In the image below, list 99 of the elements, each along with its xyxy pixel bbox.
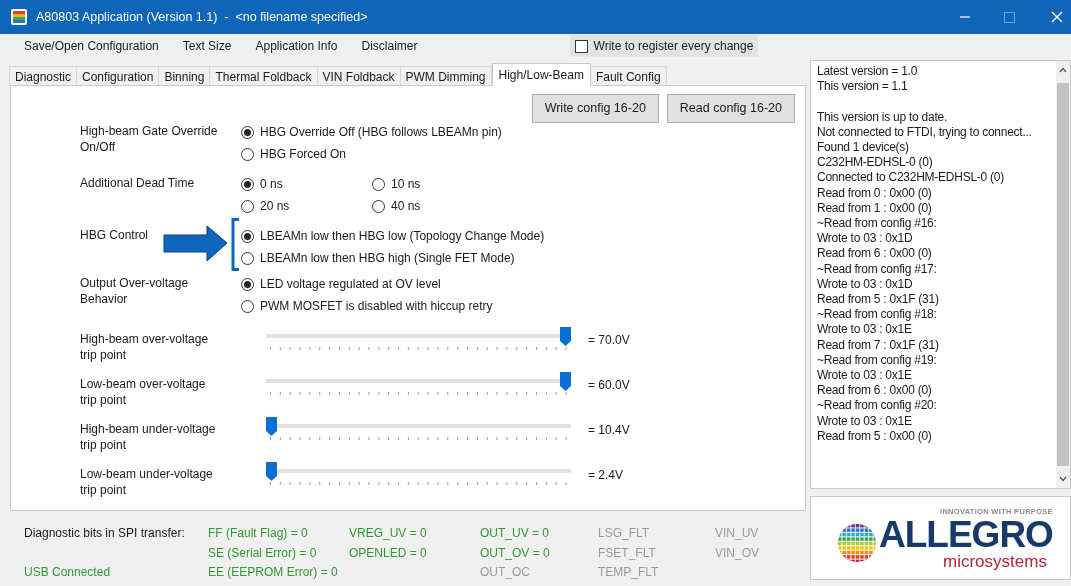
window-title: A80803 Application (Version 1.1) - <no filename specified>	[36, 8, 368, 26]
log-line: Wrote to 03 : 0x1D	[817, 276, 913, 293]
diagnostic-bit: OPENLED = 0	[349, 544, 427, 562]
close-icon[interactable]	[1051, 11, 1063, 23]
diagnostic-bit: VREG_UV = 0	[349, 525, 427, 542]
radio-label[interactable]: 0 ns	[260, 175, 283, 193]
diagnostic-bit: VIN_OV	[715, 544, 759, 562]
radio-button[interactable]	[241, 299, 254, 313]
radio-button[interactable]	[241, 251, 254, 265]
config-button[interactable]: Write config 16-20	[531, 94, 659, 123]
log-line: Not connected to FTDI, trying to connect...	[817, 124, 1032, 140]
radio-button[interactable]	[372, 199, 385, 213]
diagnostic-bit: OUT_UV = 0	[480, 525, 550, 542]
option-label: HBG Control	[80, 227, 150, 243]
diagnostic-bit: FSET_FLT	[598, 544, 656, 562]
scroll-thumb[interactable]	[1057, 83, 1069, 466]
radio-label[interactable]: 20 ns	[260, 197, 290, 215]
menu-item[interactable]: Application Info	[255, 37, 338, 55]
radio-label[interactable]: LBEAMn low then HBG low (Topology Change Mode)	[260, 227, 545, 245]
log-line: This version is up to date.	[817, 109, 947, 125]
scrollbar[interactable]	[1056, 61, 1070, 488]
slider-label: Low-beam over-voltage trip point	[80, 376, 207, 408]
tab[interactable]: Fault Config	[589, 66, 667, 86]
menu-item[interactable]: Text Size	[182, 37, 232, 55]
radio-button[interactable]	[241, 147, 254, 161]
log-line: Read from 7 : 0x1F (31)	[817, 337, 939, 353]
diagnostic-bit: VIN_UV	[715, 525, 759, 542]
slider-thumb[interactable]	[560, 327, 571, 346]
log-line: This version = 1.1	[817, 79, 908, 95]
log-line: ~Read from config #17:	[817, 261, 937, 277]
radio-label[interactable]: 10 ns	[391, 175, 421, 193]
menu-item[interactable]: Disclaimer	[361, 37, 418, 55]
log-line: Read from 1 : 0x00 (0)	[817, 200, 932, 216]
radio-button[interactable]	[372, 177, 385, 191]
log-line: C232HM-EDHSL-0 (0)	[817, 155, 933, 171]
log-line: Read from 6 : 0x00 (0)	[817, 246, 932, 262]
tab[interactable]: High/Low-Beam	[491, 63, 591, 86]
log-line: Read from 5 : 0x1F (31)	[817, 292, 939, 308]
slider-thumb[interactable]	[560, 372, 571, 391]
diagnostic-bit: LSG_FLT	[598, 525, 650, 542]
slider-reading: = 2.4V	[588, 467, 624, 484]
usb-status: USB Connected	[24, 564, 111, 581]
tab[interactable]: PWM Dimming	[399, 66, 492, 86]
slider-reading: = 10.4V	[588, 422, 630, 439]
log-line: Wrote to 03 : 0x1E	[817, 322, 912, 338]
slider-reading: = 70.0V	[588, 332, 630, 349]
radio-button[interactable]	[241, 125, 254, 139]
diagnostics-label: Diagnostic bits in SPI transfer:	[24, 525, 185, 542]
logo-globe-icon	[837, 523, 877, 563]
scroll-up-icon[interactable]	[1059, 67, 1067, 73]
tab[interactable]: Configuration	[76, 66, 160, 86]
log-line: Read from 5 : 0x00 (0)	[817, 428, 932, 445]
slider-reading: = 60.0V	[588, 377, 630, 394]
slider-label: High-beam under-voltage trip point	[80, 421, 217, 453]
diagnostic-bit: OUT_OC	[480, 564, 530, 581]
logo-subtitle: microsystems	[943, 553, 1047, 571]
write-every-change-checkbox[interactable]: Write to register every change	[569, 35, 759, 57]
app-icon	[10, 8, 28, 26]
log-line: ~Read from config #18:	[817, 307, 937, 323]
radio-label[interactable]: 40 ns	[391, 197, 421, 215]
option-label: High-beam Gate Override On/Off	[80, 123, 219, 155]
radio-label[interactable]: HBG Override Off (HBG follows LBEAMn pin)	[260, 123, 502, 141]
log-line: Read from 0 : 0x00 (0)	[817, 185, 932, 201]
diagnostic-bit: SE (Serial Error) = 0	[208, 544, 317, 562]
diagnostic-bit: EE (EEPROM Error) = 0	[208, 564, 338, 581]
menu-item[interactable]: Save/Open Configuration	[24, 37, 159, 55]
radio-label[interactable]: LBEAMn low then HBG high (Single FET Mode)	[260, 249, 515, 267]
radio-button[interactable]	[241, 229, 254, 243]
annotation-bracket	[231, 218, 239, 271]
slider-label: Low-beam under-voltage trip point	[80, 466, 214, 498]
diagnostic-bit: OUT_OV = 0	[480, 544, 550, 562]
log-line: Wrote to 03 : 0x1E	[817, 413, 912, 429]
slider-label: High-beam over-voltage trip point	[80, 331, 210, 363]
option-label: Output Over-voltage Behavior	[80, 275, 190, 307]
diagnostic-bit: FF (Fault Flag) = 0	[208, 525, 308, 542]
log-line: Found 1 device(s)	[817, 140, 909, 156]
config-button[interactable]: Read config 16-20	[666, 94, 795, 123]
scroll-down-icon[interactable]	[1059, 476, 1067, 482]
tab[interactable]: Diagnostic	[9, 66, 78, 86]
log-line: ~Read from config #20:	[817, 398, 937, 414]
radio-button[interactable]	[241, 177, 254, 191]
radio-label[interactable]: LED voltage regulated at OV level	[260, 275, 441, 293]
logo-name: ALLEGRO	[879, 517, 1053, 554]
radio-label[interactable]: HBG Forced On	[260, 145, 347, 163]
log-line: ~Read from config #19:	[817, 352, 937, 369]
log-line: ~Read from config #16:	[817, 216, 937, 232]
radio-button[interactable]	[241, 277, 254, 291]
radio-button[interactable]	[241, 199, 254, 213]
option-label: Additional Dead Time	[80, 175, 196, 191]
log-line: Wrote to 03 : 0x1E	[817, 368, 912, 384]
log-line: Connected to C232HM-EDHSL-0 (0)	[817, 170, 1004, 186]
slider-thumb[interactable]	[266, 462, 277, 481]
tab[interactable]: Binning	[158, 66, 211, 86]
log-line: Latest version = 1.0	[817, 64, 918, 80]
diagnostic-bit: TEMP_FLT	[598, 564, 659, 581]
slider-thumb[interactable]	[266, 417, 277, 436]
log-line: Wrote to 03 : 0x1D	[817, 231, 913, 247]
radio-label[interactable]: PWM MOSFET is disabled with hiccup retry	[260, 297, 493, 315]
log-line: Read from 6 : 0x00 (0)	[817, 383, 932, 399]
